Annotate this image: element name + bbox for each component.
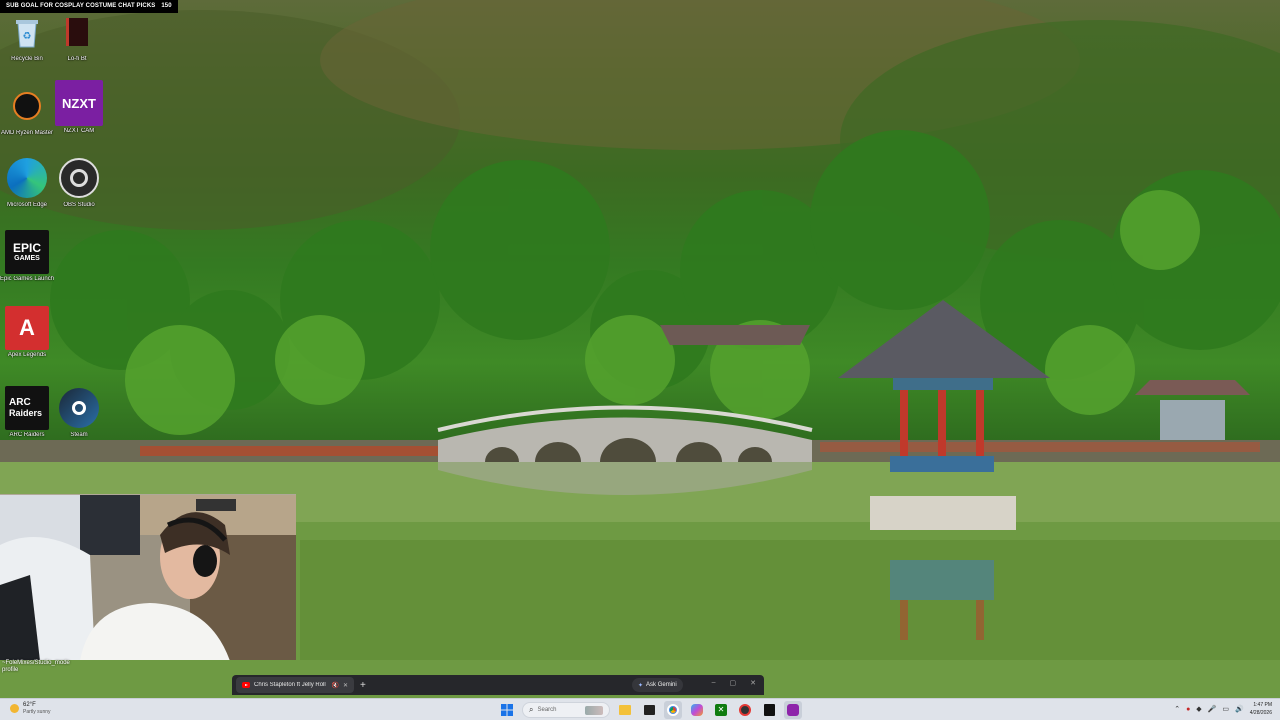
epic-tile-text-1: EPIC [12,240,41,255]
windows-logo-icon [501,704,513,716]
taskbar-search[interactable]: ⌕ Search [522,702,610,718]
mute-icon[interactable]: 🔇 [331,682,338,689]
taskbar-app-xbox[interactable]: ✕ [712,701,730,719]
desktop-icon-steam[interactable]: Steam [52,386,106,439]
desktop-icon-edge[interactable]: Microsoft Edge [0,156,54,209]
webcam-overlay [0,494,296,660]
start-button[interactable] [498,701,516,719]
webcam-caption: ~FoleMixes/Studio_mode profile [2,660,70,673]
new-tab-button[interactable]: + [360,680,366,691]
red-app-label: Lo-fi Bt [67,56,87,62]
close-tab-icon[interactable]: ✕ [343,682,348,689]
nzxt-cam-icon: NZXT [55,80,103,126]
search-icon: ⌕ [529,705,534,714]
recycle-bin-label: Recycle Bin [11,56,43,62]
purple-app-icon [787,704,799,716]
steam-icon [57,386,101,430]
epic-small-icon [763,704,775,716]
taskbar-app-purple[interactable] [784,701,802,719]
apex-legends-icon: A [5,306,49,350]
xbox-icon: ✕ [715,704,727,716]
desktop-icon-amd-ryzen-master[interactable]: AMD Ryzen Master [0,84,54,137]
taskbar-app-chrome[interactable] [664,701,682,719]
search-highlight-icon [585,705,603,715]
arc-raiders-icon: ARC Raiders [5,386,49,430]
tab-title: Chris Stapleton ft Jelly Roll [254,682,326,688]
system-tray: ⌃ ● ◆ 🎤 ▭ 🔊 1:47 PM 4/28/2026 [1174,701,1272,717]
epic-tile-text-2: GAMES [14,254,40,262]
clock-date: 4/28/2026 [1249,710,1272,716]
tray-app-icon[interactable]: ● [1186,706,1190,713]
banner-count: 150 [161,3,172,9]
taskbar: 62°F Partly sunny ⌕ Search ✕ ⌃ ● ◆ 🎤 ▭ 🔊… [0,698,1280,720]
weather-desc: Partly sunny [23,709,51,715]
desktop-icon-red-app[interactable]: Lo-fi Bt [50,10,104,63]
red-circle-icon [739,704,751,716]
webcam-feed [0,495,296,660]
banner-text: SUB GOAL FOR COSPLAY COSTUME CHAT PICKS [6,3,156,9]
minimize-button[interactable]: – [712,679,716,687]
desktop-icon-obs[interactable]: OBS Studio [52,156,106,209]
arc-tile-text-1: ARC [9,397,31,408]
gemini-icon: ✦ [638,682,644,689]
desktop-icon-recycle-bin[interactable]: ♻ Recycle Bin [0,10,54,63]
browser-tab-strip: Chris Stapleton ft Jelly Roll 🔇 ✕ + ✦ As… [232,675,764,695]
clock-time: 1:47 PM [1253,702,1272,708]
taskbar-app-file-explorer[interactable] [616,701,634,719]
edge-icon [5,156,49,200]
taskbar-app-epic[interactable] [760,701,778,719]
desktop-icon-apex[interactable]: A Apex Legends [0,306,54,359]
steam-label: Steam [70,432,88,438]
weather-widget[interactable]: 62°F Partly sunny [10,702,51,715]
svg-text:♻: ♻ [23,31,32,42]
amd-ryzen-icon [5,84,49,128]
microphone-icon[interactable]: 🎤 [1208,705,1217,713]
volume-icon[interactable]: 🔊 [1235,705,1244,713]
maximize-button[interactable]: ▢ [730,679,737,687]
nzxt-label: NZXT CAM [63,128,95,134]
search-placeholder: Search [537,707,557,713]
obs-label: OBS Studio [63,202,95,208]
window-controls: – ▢ ✕ [712,679,756,687]
browser-tab-youtube[interactable]: Chris Stapleton ft Jelly Roll 🔇 ✕ [236,677,354,693]
tray-shield-icon[interactable]: ◆ [1196,705,1201,713]
taskbar-center: ⌕ Search ✕ [498,701,802,719]
amd-label: AMD Ryzen Master [0,130,53,136]
obs-studio-icon [57,156,101,200]
stream-sub-goal-banner: SUB GOAL FOR COSPLAY COSTUME CHAT PICKS … [0,0,178,13]
desktop-icon-epic-games[interactable]: EPIC GAMES Epic Games Launcher [0,230,54,283]
desktop-icon-nzxt-cam[interactable]: NZXT NZXT CAM [52,80,106,135]
chrome-icon [667,704,679,716]
desktop-icon-arc-raiders[interactable]: ARC Raiders ARC Raiders [0,386,54,439]
folder-icon [619,705,631,715]
youtube-icon [242,682,250,688]
arc-tile-text-2: Raiders [9,408,43,418]
taskbar-app-red[interactable] [736,701,754,719]
recycle-bin-icon: ♻ [5,10,49,54]
taskbar-clock[interactable]: 1:47 PM 4/28/2026 [1250,701,1272,717]
edge-label: Microsoft Edge [6,202,48,208]
weather-sun-icon [10,704,19,713]
ask-gemini-label: Ask Gemini [646,682,677,688]
red-app-icon [55,10,99,54]
copilot-icon [691,704,703,716]
tray-overflow-icon[interactable]: ⌃ [1174,705,1180,713]
close-window-button[interactable]: ✕ [750,679,756,687]
taskbar-app-terminal[interactable] [640,701,658,719]
apex-label: Apex Legends [7,352,47,358]
epic-label: Epic Games Launcher [0,276,54,282]
ask-gemini-button[interactable]: ✦ Ask Gemini [632,678,683,692]
terminal-icon [643,705,655,715]
nzxt-tile-text: NZXT [62,95,96,111]
network-icon[interactable]: ▭ [1222,705,1229,713]
taskbar-app-copilot[interactable] [688,701,706,719]
epic-games-icon: EPIC GAMES [5,230,49,274]
weather-temp: 62°F [23,702,36,708]
arc-label: ARC Raiders [9,432,45,438]
